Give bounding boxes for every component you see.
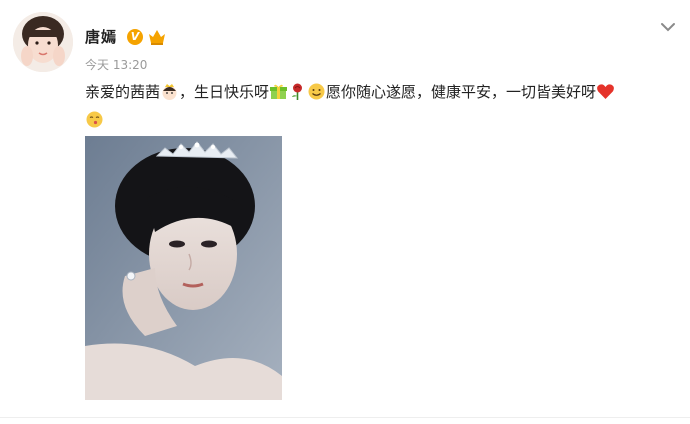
smiley-emoji-icon <box>307 82 326 101</box>
content-text-3: 愿你随心遂愿，健康平安，一切皆美好呀 <box>326 83 597 101</box>
divider <box>0 417 690 418</box>
gift-emoji-icon <box>269 82 288 101</box>
kiss-emoji-icon <box>85 110 104 129</box>
content-text-1: 亲爱的茜茜 <box>85 83 161 101</box>
vip-crown-icon <box>147 28 167 46</box>
post-photo[interactable] <box>85 136 282 400</box>
author-avatar[interactable] <box>13 12 73 72</box>
verified-badge-icon: V <box>127 29 143 45</box>
author-name[interactable]: 唐嫣 <box>85 26 117 47</box>
post-time: 今天 13:20 <box>85 58 148 72</box>
content-text-2: ，生日快乐呀 <box>179 83 270 101</box>
heart-emoji-icon <box>596 82 615 101</box>
chevron-down-icon[interactable] <box>658 19 678 33</box>
princess-emoji-icon <box>160 82 179 101</box>
post-content: 亲爱的茜茜 ，生日快乐呀 愿你随心遂愿，健康平安，一切皆美好呀 <box>85 78 675 134</box>
rose-emoji-icon <box>288 82 307 101</box>
